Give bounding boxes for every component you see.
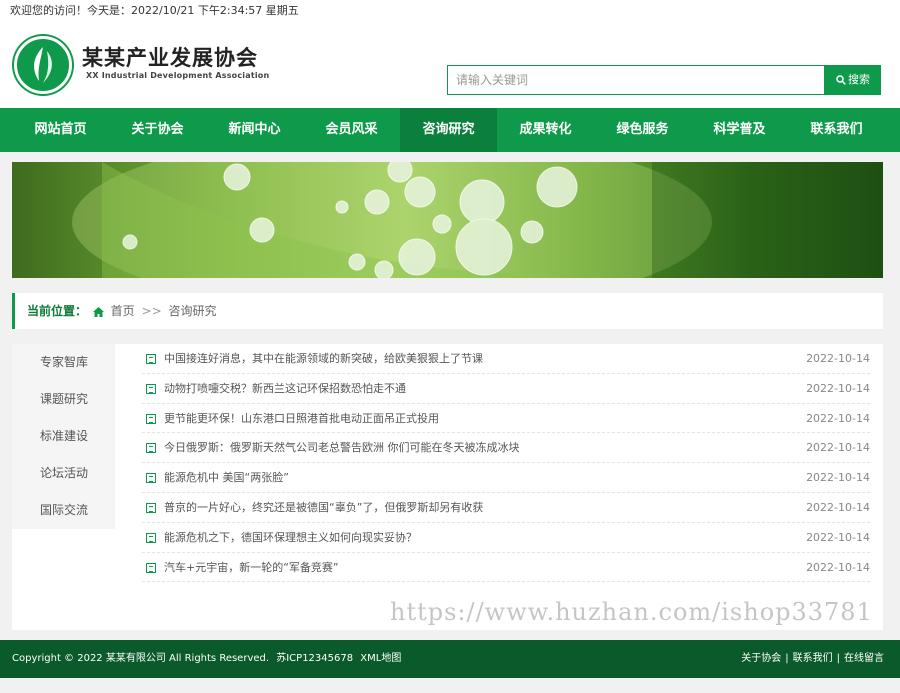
article-icon <box>146 443 156 454</box>
sidebar-item-international[interactable]: 国际交流 <box>12 492 115 529</box>
list-item[interactable]: 普京的一片好心，终究还是被德国“辜负”了，但俄罗斯却另有收获 2022-10-14 <box>142 493 870 523</box>
footer-link-about[interactable]: 关于协会 <box>741 653 781 664</box>
list-item[interactable]: 今日俄罗斯：俄罗斯天然气公司老总警告欧洲 你们可能在冬天被冻成冰块 2022-10… <box>142 433 870 464</box>
footer-icp[interactable]: 苏ICP12345678 <box>276 653 353 664</box>
footer-copyright: Copyright © 2022 某某有限公司 All Rights Reser… <box>12 653 270 664</box>
content-area: 专家智库 课题研究 标准建设 论坛活动 国际交流 中国接连好消息，其中在能源领域… <box>12 344 883 630</box>
list-item[interactable]: 能源危机中 美国“两张脸” 2022-10-14 <box>142 463 870 493</box>
watermark-text: https://www.huzhan.com/ishop33781 <box>390 598 873 626</box>
footer-link-message[interactable]: 在线留言 <box>844 653 884 664</box>
welcome-text: 欢迎您的访问！今天是：2022/10/21 下午2:34:57 星期五 <box>10 4 299 17</box>
article-icon <box>146 562 156 573</box>
article-date: 2022-10-14 <box>806 352 870 365</box>
article-icon <box>146 532 156 543</box>
breadcrumb-separator: >> <box>141 304 162 318</box>
footer-link-contact[interactable]: 联系我们 <box>793 653 833 664</box>
article-icon <box>146 354 156 364</box>
site-title: 某某产业发展协会 <box>82 46 258 70</box>
article-title[interactable]: 更节能更环保！山东港口日照港首批电动正面吊正式投用 <box>164 404 439 433</box>
site-subtitle: XX Industrial Development Association <box>86 71 270 80</box>
breadcrumb: 当前位置： 首页 >> 咨询研究 <box>12 293 883 329</box>
nav-research[interactable]: 咨询研究 <box>400 108 497 152</box>
breadcrumb-home-link[interactable]: 首页 <box>111 304 135 318</box>
nav-science[interactable]: 科学普及 <box>691 108 788 152</box>
article-date: 2022-10-14 <box>806 411 870 425</box>
breadcrumb-label: 当前位置： <box>27 304 88 318</box>
article-title[interactable]: 普京的一片好心，终究还是被德国“辜负”了，但俄罗斯却另有收获 <box>164 493 483 522</box>
article-title[interactable]: 中国接连好消息，其中在能源领域的新突破，给欧美狠狠上了节课 <box>164 344 483 373</box>
list-item[interactable]: 更节能更环保！山东港口日照港首批电动正面吊正式投用 2022-10-14 <box>142 404 870 434</box>
search-button[interactable]: 搜索 <box>825 65 881 95</box>
article-date: 2022-10-14 <box>806 560 870 574</box>
sidebar-item-experts[interactable]: 专家智库 <box>12 344 115 381</box>
footer-copyright-block: Copyright © 2022 某某有限公司 All Rights Reser… <box>12 640 401 678</box>
article-icon <box>146 413 156 424</box>
sidebar-item-topics[interactable]: 课题研究 <box>12 381 115 418</box>
list-item[interactable]: 汽车+元宇宙，新一轮的“军备竞赛” 2022-10-14 <box>142 553 870 583</box>
nav-contact[interactable]: 联系我们 <box>788 108 885 152</box>
article-date: 2022-10-14 <box>806 471 870 485</box>
article-title[interactable]: 能源危机中 美国“两张脸” <box>164 463 289 492</box>
search-input[interactable]: 请输入关键词 <box>447 65 825 95</box>
article-date: 2022-10-14 <box>806 441 870 455</box>
site-header: 某某产业发展协会 XX Industrial Development Assoc… <box>0 22 900 108</box>
search-placeholder: 请输入关键词 <box>456 73 529 87</box>
sidebar: 专家智库 课题研究 标准建设 论坛活动 国际交流 <box>12 344 115 529</box>
list-item[interactable]: 能源危机之下，德国环保理想主义如何向现实妥协？ 2022-10-14 <box>142 523 870 553</box>
article-title[interactable]: 汽车+元宇宙，新一轮的“军备竞赛” <box>164 553 339 582</box>
article-icon <box>146 383 156 394</box>
list-item[interactable]: 动物打喷嚏交税？新西兰这记环保招数恐怕走不通 2022-10-14 <box>142 374 870 404</box>
article-date: 2022-10-14 <box>806 500 870 514</box>
nav-about[interactable]: 关于协会 <box>109 108 206 152</box>
article-icon <box>146 473 156 484</box>
nav-achievements[interactable]: 成果转化 <box>497 108 594 152</box>
breadcrumb-current: 咨询研究 <box>168 304 217 318</box>
welcome-bar: 欢迎您的访问！今天是：2022/10/21 下午2:34:57 星期五 <box>0 0 900 22</box>
search-icon <box>836 75 846 85</box>
article-list: 中国接连好消息，其中在能源领域的新突破，给欧美狠狠上了节课 2022-10-14 … <box>142 344 870 583</box>
footer-links: 关于协会 | 联系我们 | 在线留言 <box>741 653 884 664</box>
nav-green-service[interactable]: 绿色服务 <box>594 108 691 152</box>
main-nav: 网站首页 关于协会 新闻中心 会员风采 咨询研究 成果转化 绿色服务 科学普及 … <box>0 108 900 152</box>
list-item[interactable]: 中国接连好消息，其中在能源领域的新突破，给欧美狠狠上了节课 2022-10-14 <box>142 344 870 374</box>
nav-members[interactable]: 会员风采 <box>303 108 400 152</box>
banner-image <box>12 162 883 278</box>
footer-sitemap-link[interactable]: XML地图 <box>360 653 401 664</box>
site-footer: Copyright © 2022 某某有限公司 All Rights Reser… <box>0 640 900 678</box>
article-title[interactable]: 今日俄罗斯：俄罗斯天然气公司老总警告欧洲 你们可能在冬天被冻成冰块 <box>164 433 520 462</box>
article-icon <box>146 502 156 513</box>
sidebar-item-forums[interactable]: 论坛活动 <box>12 455 115 492</box>
search-button-label: 搜索 <box>848 73 870 86</box>
article-date: 2022-10-14 <box>806 530 870 544</box>
logo-leaf-icon[interactable] <box>14 36 72 94</box>
home-icon <box>92 295 104 331</box>
article-date: 2022-10-14 <box>806 381 870 395</box>
nav-news[interactable]: 新闻中心 <box>206 108 303 152</box>
article-title[interactable]: 动物打喷嚏交税？新西兰这记环保招数恐怕走不通 <box>164 374 406 403</box>
sidebar-item-standards[interactable]: 标准建设 <box>12 418 115 455</box>
nav-home[interactable]: 网站首页 <box>12 108 109 152</box>
article-title[interactable]: 能源危机之下，德国环保理想主义如何向现实妥协？ <box>164 523 417 552</box>
